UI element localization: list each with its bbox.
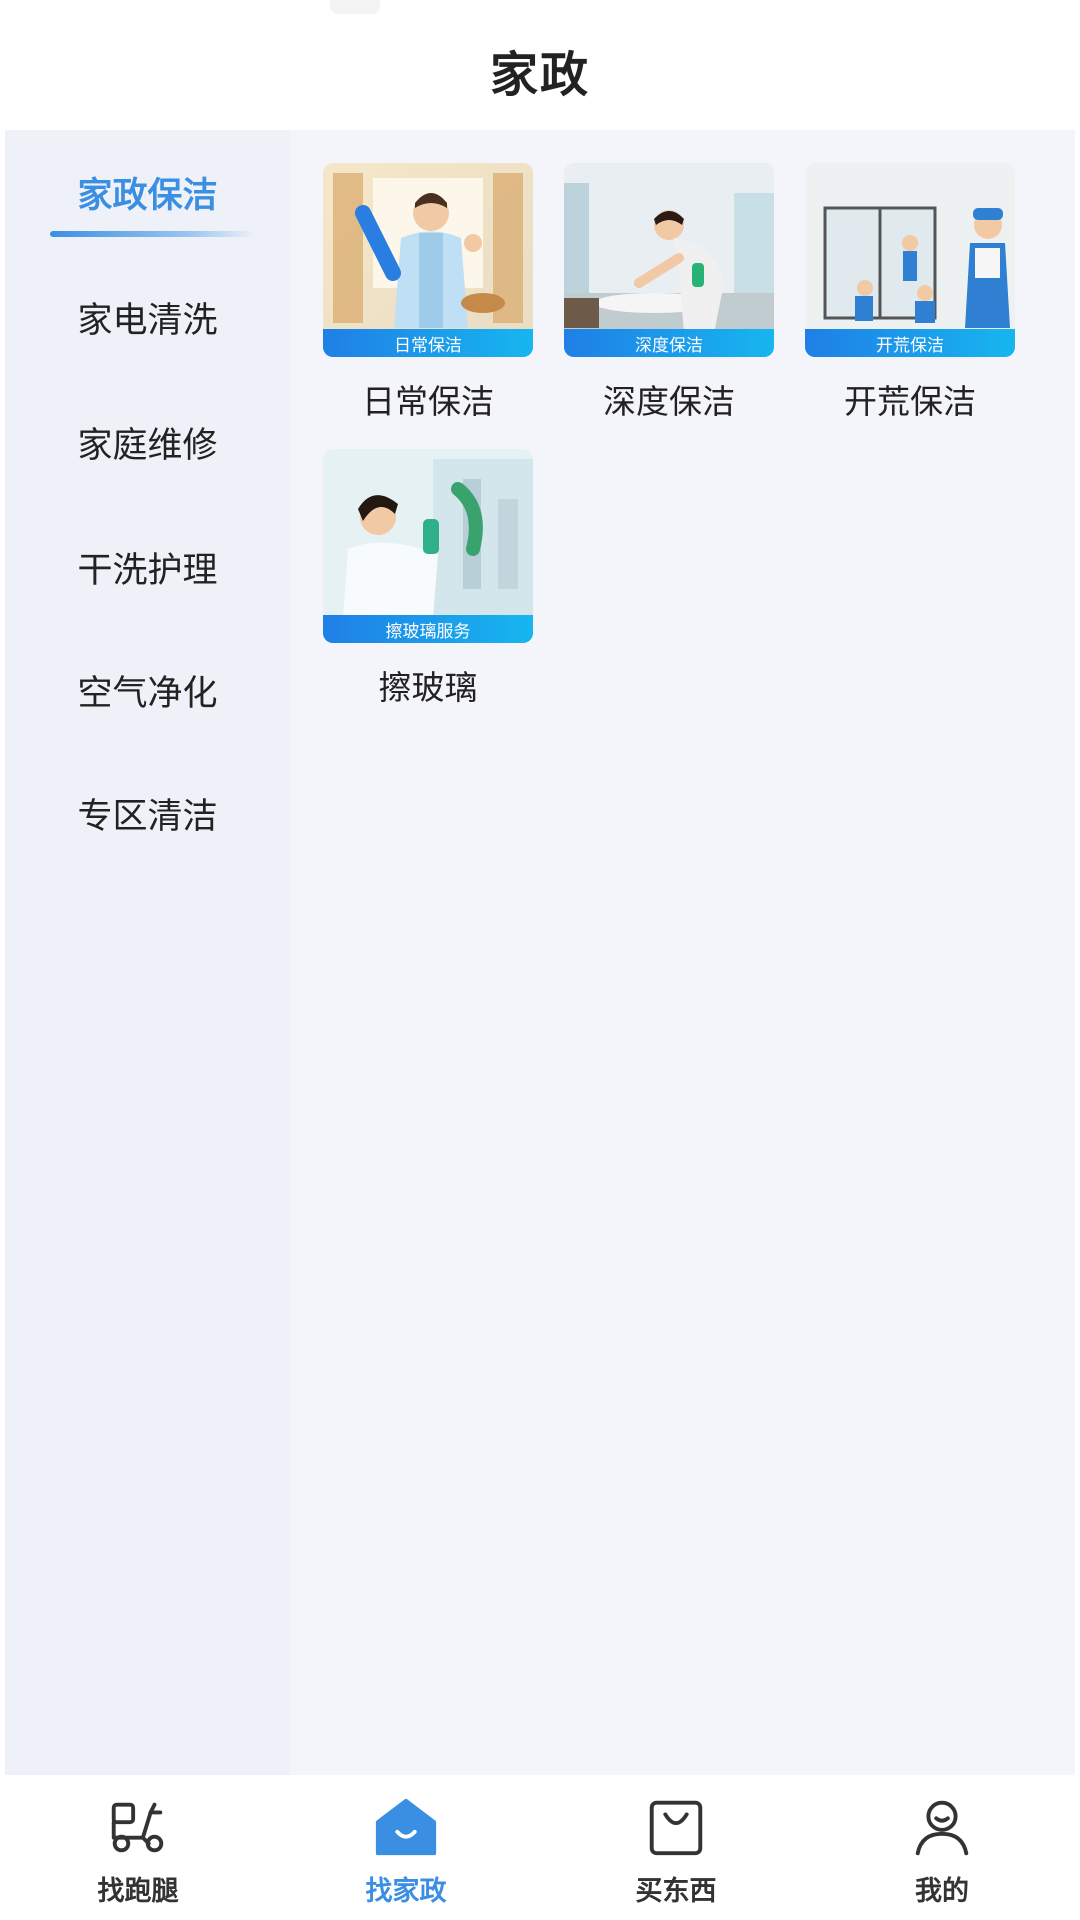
status-bar-notch	[330, 0, 380, 14]
sidebar-item-appliance-cleaning[interactable]: 家电清洗	[5, 277, 290, 357]
window-cleaning-tag: 擦玻璃服务	[323, 615, 533, 643]
shopping-bag-icon	[649, 1800, 703, 1856]
scooter-icon	[111, 1802, 164, 1853]
nav-tab-errand[interactable]: 找跑腿	[58, 1793, 218, 1908]
post-renovation-cleaning-image: 开荒保洁	[805, 163, 1015, 357]
user-icon	[915, 1800, 969, 1856]
bottom-navigation: 找跑腿 找家政 买东西 我的	[0, 1775, 1080, 1920]
page: 家政 家政保洁 家电清洗 家庭维修 干洗护理 空气净化 专区清洁 日常保洁 日常…	[0, 0, 1080, 1920]
post-renovation-cleaning-tag: 开荒保洁	[805, 329, 1015, 357]
sidebar-item-home-repair[interactable]: 家庭维修	[5, 402, 290, 482]
service-card-daily-cleaning[interactable]: 日常保洁 日常保洁	[323, 163, 533, 423]
page-title: 家政	[489, 47, 590, 103]
deep-cleaning-tag: 深度保洁	[564, 329, 774, 357]
nav-tab-shopping[interactable]: 买东西	[596, 1793, 756, 1908]
category-sidebar: 家政保洁 家电清洗 家庭维修 干洗护理 空气净化 专区清洁	[5, 130, 290, 1775]
nav-label-shopping: 买东西	[635, 1876, 717, 1907]
nav-tab-housekeeping[interactable]: 找家政	[326, 1793, 486, 1908]
service-card-window-cleaning[interactable]: 擦玻璃服务 擦玻璃	[323, 449, 533, 709]
window-cleaning-label: 擦玻璃	[378, 668, 478, 707]
service-card-post-renovation-cleaning[interactable]: 开荒保洁 开荒保洁	[805, 163, 1015, 423]
header: 家政	[0, 0, 1080, 130]
daily-cleaning-image: 日常保洁	[323, 163, 533, 357]
sidebar-item-air-purification[interactable]: 空气净化	[5, 650, 290, 730]
nav-tab-mine[interactable]: 我的	[862, 1793, 1022, 1908]
sidebar-item-household-cleaning[interactable]: 家政保洁	[5, 152, 290, 232]
sidebar-item-zone-cleaning[interactable]: 专区清洁	[5, 773, 290, 853]
daily-cleaning-label: 日常保洁	[362, 382, 494, 421]
deep-cleaning-label: 深度保洁	[603, 382, 735, 421]
active-indicator	[50, 231, 255, 237]
post-renovation-cleaning-label: 开荒保洁	[844, 382, 976, 421]
nav-label-housekeeping: 找家政	[365, 1876, 447, 1907]
content-area: 家政保洁 家电清洗 家庭维修 干洗护理 空气净化 专区清洁 日常保洁 日常保洁 …	[5, 130, 1075, 1775]
service-card-deep-cleaning[interactable]: 深度保洁 深度保洁	[564, 163, 774, 423]
daily-cleaning-tag: 日常保洁	[323, 329, 533, 357]
nav-label-mine: 我的	[915, 1876, 969, 1907]
nav-label-errand: 找跑腿	[97, 1876, 179, 1907]
deep-cleaning-image: 深度保洁	[564, 163, 774, 357]
window-cleaning-image: 擦玻璃服务	[323, 449, 533, 643]
home-icon	[375, 1798, 437, 1856]
sidebar-item-dry-cleaning[interactable]: 干洗护理	[5, 527, 290, 607]
